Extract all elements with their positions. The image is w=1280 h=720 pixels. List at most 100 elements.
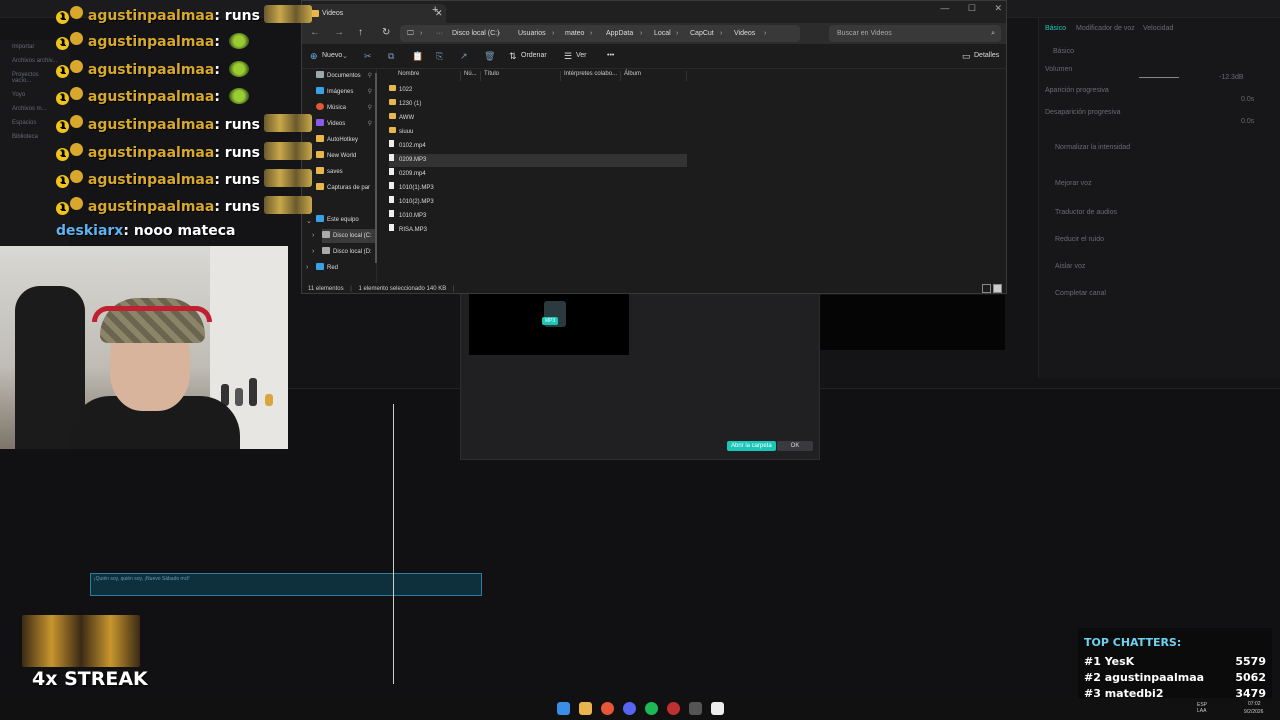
file-row[interactable]: 1230 (1)	[389, 98, 687, 111]
new-button[interactable]: Nuevo	[322, 52, 342, 59]
spotify-icon[interactable]	[645, 702, 658, 715]
file-name: 1230 (1)	[399, 101, 422, 107]
column-header-number[interactable]: Nú...	[461, 71, 481, 81]
rename-icon[interactable]: ⎘	[436, 51, 443, 62]
pin-icon: ⚲	[367, 89, 372, 95]
volume-value[interactable]: -12.3dB	[1219, 74, 1244, 81]
sort-button[interactable]: Ordenar	[521, 52, 547, 59]
nav-item-music[interactable]: Música ⚲	[316, 101, 376, 115]
file-row[interactable]: siuuu	[389, 126, 687, 139]
file-row[interactable]: 0209.MP3	[389, 154, 687, 167]
tiles-view-icon[interactable]	[993, 284, 1002, 293]
nav-item-images[interactable]: Imágenes ⚲	[316, 85, 376, 99]
file-row[interactable]: 1010(2).MP3	[389, 196, 687, 209]
chat-message: 1 agustinpaalmaa: runs	[56, 114, 312, 134]
nav-item-videos[interactable]: Videos ⚲	[316, 117, 376, 131]
playhead[interactable]	[393, 404, 394, 684]
file-row[interactable]: 1010(1).MP3	[389, 182, 687, 195]
nav-item-documents[interactable]: Documentos ⚲	[316, 69, 376, 83]
view-button[interactable]: Ver	[576, 52, 587, 59]
new-dropdown-icon[interactable]: ⌄	[342, 52, 348, 60]
chevron-right-icon[interactable]: ›	[312, 248, 314, 255]
selection-info: 1 elemento seleccionado 140 KB	[358, 286, 447, 292]
tab-videos[interactable]: Videos ✕	[306, 4, 446, 23]
file-row[interactable]: 1010.MP3	[389, 210, 687, 223]
file-row[interactable]: 1022	[389, 84, 687, 97]
file-explorer-icon[interactable]	[579, 702, 592, 715]
chat-message: 1 agustinpaalmaa: runs	[56, 168, 312, 188]
ellipsis-icon[interactable]: ···	[436, 25, 443, 42]
maximize-icon[interactable]: ☐	[968, 3, 976, 13]
tab-voice-changer[interactable]: Modificador de voz	[1076, 25, 1135, 32]
breadcrumb-segment[interactable]: Videos	[734, 25, 755, 42]
details-view-icon[interactable]	[982, 284, 991, 293]
nav-item-drive-d[interactable]: Disco local (D:	[322, 245, 382, 259]
tab-basic[interactable]: Básico	[1045, 25, 1066, 32]
audio-clip[interactable]: ¡Quién soy, quién soy, ¡Nuevo Sábado mcl…	[90, 573, 482, 596]
language-indicator[interactable]: ESP LAA	[1197, 702, 1207, 714]
streak-emote	[22, 615, 140, 667]
chrome-icon[interactable]	[601, 702, 614, 715]
column-header-title[interactable]: Título	[481, 71, 561, 81]
nav-item-this-pc[interactable]: Este equipo	[316, 213, 376, 227]
share-icon[interactable]: ↗	[460, 51, 468, 62]
chevron-right-icon[interactable]: ›	[306, 264, 308, 271]
close-icon[interactable]: ✕	[994, 3, 1002, 13]
nav-item-new-world[interactable]: New World	[316, 149, 376, 163]
nav-item-network[interactable]: Red	[316, 261, 376, 275]
volume-slider[interactable]	[1139, 77, 1179, 78]
file-row[interactable]: 0102.mp4	[389, 140, 687, 153]
paste-icon[interactable]: 📋	[412, 51, 423, 62]
app-icon[interactable]	[689, 702, 702, 715]
discord-icon[interactable]	[623, 702, 636, 715]
breadcrumb-segment[interactable]: Local	[654, 25, 671, 42]
back-icon[interactable]: ←	[310, 27, 320, 38]
column-header-name[interactable]: Nombre	[395, 71, 461, 81]
more-options-button[interactable]: •••	[607, 52, 614, 59]
details-button[interactable]: Detalles	[974, 52, 999, 59]
up-icon[interactable]: ↑	[358, 27, 363, 38]
breadcrumb-segment[interactable]: mateo	[565, 25, 584, 42]
delete-icon[interactable]: 🗑	[484, 51, 495, 62]
more-path-icon[interactable]: ›	[420, 25, 422, 42]
nav-item-captures[interactable]: Capturas de par	[316, 181, 376, 195]
chat-username: agustinpaalmaa	[87, 34, 215, 51]
cut-icon[interactable]: ✂	[364, 51, 372, 62]
search-input[interactable]: Buscar en Videos ⌕	[829, 25, 1001, 42]
clock-date[interactable]: 9/2/2026	[1244, 709, 1263, 715]
start-icon[interactable]	[557, 702, 570, 715]
file-row[interactable]: AWW	[389, 112, 687, 125]
column-header-artists[interactable]: Intérpretes colabo...	[561, 71, 621, 81]
tab-speed[interactable]: Velocidad	[1143, 25, 1173, 32]
file-row[interactable]: 0209.mp4	[389, 168, 687, 181]
folder-icon	[389, 99, 396, 105]
chat-text: runs	[224, 117, 260, 134]
address-bar[interactable]: 🖵 › ··· Disco local (C:) › Usuarios › ma…	[400, 25, 800, 42]
column-header-album[interactable]: Álbum	[621, 71, 687, 81]
clock-time[interactable]: 07:02	[1248, 701, 1261, 707]
capcut-icon[interactable]	[711, 702, 724, 715]
nav-item-drive-c[interactable]: Disco local (C:	[322, 229, 376, 243]
breadcrumb-segment[interactable]: CapCut	[690, 25, 714, 42]
file-row[interactable]: RISA.MP3	[389, 224, 687, 237]
refresh-icon[interactable]: ↻	[382, 27, 390, 38]
nav-scrollbar[interactable]	[375, 73, 377, 263]
new-tab-icon[interactable]: +	[432, 4, 438, 16]
copy-icon[interactable]: ⧉	[388, 51, 394, 62]
chat-text: runs	[224, 199, 260, 216]
chevron-down-icon[interactable]: ⌄	[306, 217, 312, 225]
open-folder-button[interactable]: Abrir la carpeta	[727, 441, 776, 451]
breadcrumb-segment[interactable]: Usuarios	[518, 25, 546, 42]
chevron-right-icon[interactable]: ›	[312, 232, 314, 239]
ok-button[interactable]: OK	[777, 441, 813, 451]
app-icon[interactable]	[667, 702, 680, 715]
breadcrumb-segment[interactable]: AppData	[606, 25, 633, 42]
nav-item-saves[interactable]: saves	[316, 165, 376, 179]
tab-title: Videos	[322, 10, 344, 17]
fade-out-value[interactable]: 0.0s	[1241, 118, 1254, 125]
forward-icon[interactable]: →	[334, 27, 344, 38]
minimize-icon[interactable]: —	[940, 3, 949, 13]
breadcrumb-segment[interactable]: Disco local (C:)	[452, 25, 499, 42]
nav-item-autohotkey[interactable]: AutoHotkey	[316, 133, 376, 147]
fade-in-value[interactable]: 0.0s	[1241, 96, 1254, 103]
